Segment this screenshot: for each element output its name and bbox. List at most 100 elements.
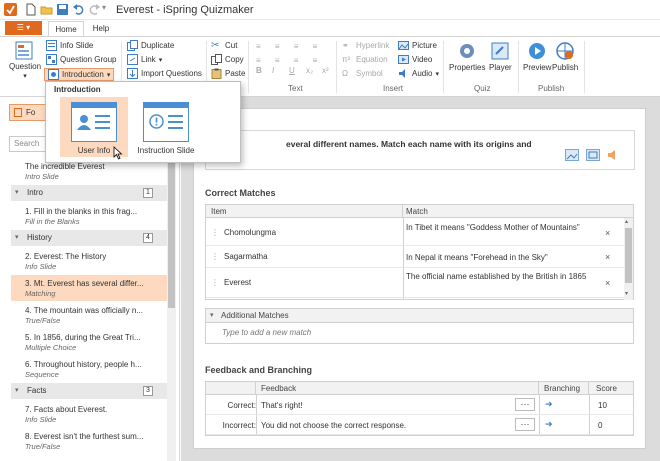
publish-button[interactable]: Publish bbox=[552, 41, 578, 72]
video-button[interactable]: Video bbox=[398, 54, 432, 65]
matches-scroll-thumb[interactable] bbox=[625, 228, 632, 283]
equation-button[interactable]: π² Equation bbox=[342, 54, 388, 65]
dropdown-title: Introduction bbox=[54, 85, 101, 94]
slide-list-item[interactable]: 8. Everest isn't the furthest sum... True… bbox=[11, 428, 167, 454]
more-options-button[interactable]: ··· bbox=[515, 418, 535, 431]
properties-button[interactable]: Properties bbox=[449, 41, 485, 72]
link-button[interactable]: Link ▾ bbox=[127, 54, 162, 65]
globe-icon bbox=[556, 42, 574, 60]
match-row[interactable]: ⋮ Sagarmatha In Nepal it means "Forehead i… bbox=[206, 246, 626, 268]
picture-icon bbox=[398, 40, 409, 51]
slide-list-item[interactable]: 4. The mountain was officially n... True/… bbox=[11, 302, 167, 328]
audio-button[interactable]: Audio ▾ bbox=[398, 68, 439, 79]
drag-handle-icon[interactable]: ⋮ bbox=[211, 228, 219, 237]
import-questions-button[interactable]: Import Questions bbox=[127, 68, 202, 79]
question-text-box[interactable]: everal different names. Match each name … bbox=[205, 130, 635, 170]
user-info-icon bbox=[71, 102, 117, 142]
info-slide-button[interactable]: Info Slide bbox=[46, 40, 93, 51]
slide-section[interactable]: ▾ History 4 bbox=[11, 230, 167, 246]
list-format-icons: ≡ ≡ ≡ ≡ bbox=[256, 42, 324, 51]
match-row[interactable]: ⋮ Everest The official name established by… bbox=[206, 268, 626, 298]
ribbon-separator bbox=[248, 41, 249, 93]
score-field[interactable]: 10 bbox=[598, 401, 607, 410]
tab-help[interactable]: Help bbox=[86, 21, 116, 36]
picture-button[interactable]: Picture bbox=[398, 40, 437, 51]
scroll-up-icon[interactable]: ▴ bbox=[625, 218, 628, 225]
chevron-down-icon: ▾ bbox=[106, 71, 111, 79]
slide-list-scroll-thumb[interactable] bbox=[168, 158, 175, 308]
drag-handle-icon[interactable]: ⋮ bbox=[211, 252, 219, 261]
hyperlink-button[interactable]: ⚭ Hyperlink bbox=[342, 40, 389, 51]
video-icon bbox=[398, 54, 409, 65]
symbol-button[interactable]: Ω Symbol bbox=[342, 68, 383, 79]
arrow-right-icon[interactable]: ➔ bbox=[545, 399, 553, 410]
duplicate-button[interactable]: Duplicate bbox=[127, 40, 174, 51]
cut-button[interactable]: ✂ Cut bbox=[211, 40, 237, 51]
instruction-slide-option[interactable]: Instruction Slide bbox=[132, 97, 200, 157]
bold-button[interactable]: B bbox=[256, 66, 262, 75]
delete-match-icon[interactable]: × bbox=[605, 278, 610, 288]
info-slide-icon bbox=[46, 40, 57, 51]
feedback-table: Feedback Branching Score Correct: That's … bbox=[205, 381, 634, 436]
new-match-input[interactable]: Type to add a new match bbox=[222, 328, 311, 337]
question-button[interactable]: Question ▾ bbox=[9, 41, 41, 80]
slide-count-badge: 1 bbox=[143, 188, 153, 198]
file-menu-button[interactable]: ☰ ▾ bbox=[5, 21, 42, 35]
app-title: Everest - iSpring Quizmaker bbox=[116, 4, 254, 16]
delete-match-icon[interactable]: × bbox=[605, 228, 610, 238]
ribbon-separator bbox=[336, 41, 337, 93]
match-row[interactable]: ⋮ Chomolungma In Tibet it means "Goddess M… bbox=[206, 219, 626, 246]
superscript-button[interactable]: x² bbox=[322, 66, 329, 75]
question-group-button[interactable]: Question Group bbox=[46, 54, 116, 65]
group-label-text: Text bbox=[288, 84, 303, 93]
feedback-text-field[interactable]: That's right! bbox=[261, 401, 303, 410]
duplicate-icon bbox=[127, 40, 138, 51]
additional-matches-header[interactable]: ▾ Additional Matches bbox=[206, 309, 633, 323]
slide-section[interactable]: ▾ Facts 3 bbox=[11, 383, 167, 399]
slide-list-item[interactable]: 3. Mt. Everest has several differ... Matc… bbox=[11, 275, 167, 301]
slide-count-badge: 4 bbox=[143, 233, 153, 243]
slide-list-item[interactable]: 7. Facts about Everest. Info Slide bbox=[11, 401, 167, 427]
chevron-down-icon: ▾ bbox=[158, 56, 163, 64]
underline-button[interactable]: U bbox=[289, 66, 295, 75]
column-header-feedback: Feedback bbox=[256, 382, 539, 395]
feedback-row: Correct: That's right! ··· ➔ 10 bbox=[206, 395, 633, 415]
player-button[interactable]: Player bbox=[489, 41, 512, 72]
italic-button[interactable]: I bbox=[272, 66, 274, 75]
import-icon bbox=[127, 68, 138, 79]
form-view-button[interactable]: Fo bbox=[9, 104, 49, 121]
slide-list-item[interactable]: 5. In 1856, during the Great Tri... Multi… bbox=[11, 329, 167, 355]
player-icon bbox=[491, 42, 509, 60]
paste-button[interactable]: Paste bbox=[211, 68, 245, 79]
scroll-down-icon[interactable]: ▾ bbox=[625, 290, 628, 297]
form-icon bbox=[14, 108, 22, 117]
paste-icon bbox=[211, 68, 222, 79]
copy-button[interactable]: Copy bbox=[211, 54, 244, 65]
feedback-row: Incorrect: You did not choose the correct… bbox=[206, 415, 633, 435]
more-options-button[interactable]: ··· bbox=[515, 398, 535, 411]
add-image-icon[interactable] bbox=[565, 149, 579, 163]
score-field[interactable]: 0 bbox=[598, 421, 602, 430]
delete-match-icon[interactable]: × bbox=[605, 252, 610, 262]
slide-section[interactable]: ▾ Intro 1 bbox=[11, 185, 167, 201]
slide-list-item[interactable]: 6. Throughout history, people h... Sequen… bbox=[11, 356, 167, 382]
add-audio-icon[interactable] bbox=[607, 149, 621, 163]
collapse-icon[interactable]: ▾ bbox=[15, 230, 19, 246]
preview-button[interactable]: Preview bbox=[523, 41, 551, 72]
feedback-text-field[interactable]: You did not choose the correct response. bbox=[261, 421, 406, 430]
matches-scrollbar[interactable]: ▴ ▾ bbox=[624, 218, 633, 300]
introduction-button[interactable]: Introduction ▾ bbox=[44, 68, 115, 81]
drag-handle-icon[interactable]: ⋮ bbox=[211, 278, 219, 287]
arrow-right-icon[interactable]: ➔ bbox=[545, 419, 553, 430]
slide-list-item[interactable]: 1. Fill in the blanks in this frag... Fil… bbox=[11, 203, 167, 229]
correct-matches-heading: Correct Matches bbox=[205, 188, 276, 198]
group-label-insert: Insert bbox=[383, 84, 404, 93]
slide-list-item[interactable]: 2. Everest: The History Info Slide bbox=[11, 248, 167, 274]
collapse-icon[interactable]: ▾ bbox=[15, 383, 19, 399]
tab-home[interactable]: Home bbox=[48, 21, 84, 36]
collapse-icon[interactable]: ▾ bbox=[15, 185, 19, 201]
subscript-button[interactable]: x₂ bbox=[306, 66, 313, 75]
equation-icon: π² bbox=[342, 55, 351, 64]
instruction-slide-icon bbox=[143, 102, 189, 142]
add-video-icon[interactable] bbox=[586, 149, 600, 163]
